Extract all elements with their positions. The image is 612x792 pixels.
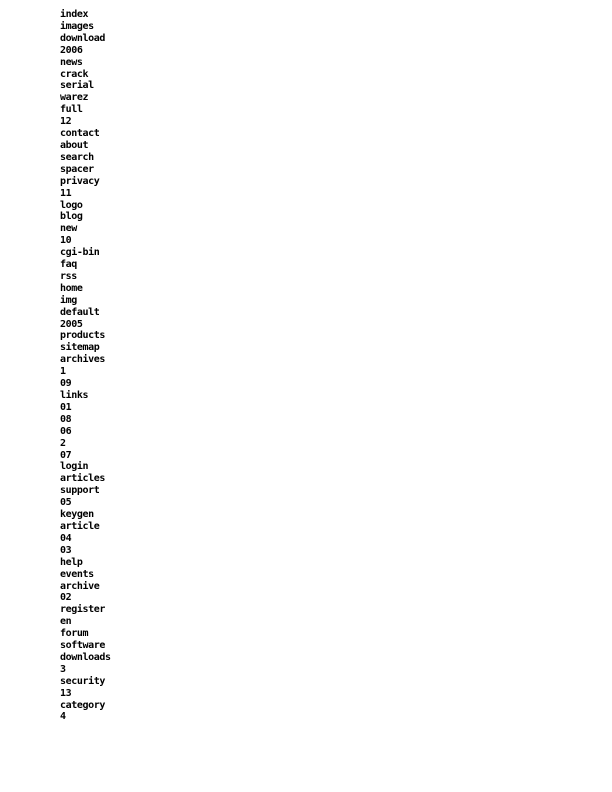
list-item: serial (60, 80, 94, 92)
list-item: home (60, 282, 83, 294)
list-item: 03 (60, 544, 72, 556)
list-item: 02 (60, 592, 72, 604)
list-item: downloads (60, 651, 111, 663)
list-item: events (60, 568, 94, 580)
word-list: index images download 2006 news crack serial wa… (60, 9, 111, 723)
list-item: 06 (60, 425, 72, 437)
list-item: products (60, 330, 105, 342)
list-item: search (60, 151, 94, 163)
list-item: faq (60, 259, 77, 271)
list-item: 1 (60, 366, 66, 378)
list-item: spacer (60, 163, 94, 175)
list-item: security (60, 675, 105, 687)
list-item: sitemap (60, 342, 100, 354)
list-item: 10 (60, 235, 72, 247)
list-item: login (60, 461, 89, 473)
list-item: 4 (60, 711, 66, 723)
list-item: rss (60, 270, 77, 282)
list-item: 01 (60, 401, 72, 413)
list-item: cgi-bin (60, 247, 100, 259)
list-item: article (60, 520, 100, 532)
list-item: category (60, 699, 105, 711)
list-item: 13 (60, 687, 72, 699)
list-item: links (60, 390, 89, 401)
list-item: archive (60, 580, 100, 592)
list-item: 2005 (60, 318, 83, 330)
list-item: logo (60, 199, 83, 211)
list-item: 2006 (60, 44, 83, 56)
list-item: images (60, 20, 94, 32)
list-item: 12 (60, 116, 72, 128)
list-item: privacy (60, 175, 100, 187)
list-item: software (60, 640, 105, 652)
list-item: crack (60, 68, 89, 80)
list-item: 11 (60, 187, 72, 199)
list-item: archives (60, 354, 105, 366)
list-item: 08 (60, 413, 72, 425)
list-item: keygen (60, 509, 94, 521)
list-item: articles (60, 473, 105, 485)
list-item: forum (60, 628, 89, 640)
list-item: about (60, 139, 89, 151)
list-item: 05 (60, 497, 72, 509)
list-item: support (60, 485, 100, 497)
list-item: new (60, 223, 77, 235)
list-item: img (60, 294, 77, 306)
list-item: 2 (60, 437, 66, 449)
list-item: en (60, 616, 72, 628)
list-item: default (60, 306, 100, 318)
document-page: index images download 2006 news crack serial wa… (0, 0, 612, 792)
list-item: download (60, 32, 105, 44)
list-item: 09 (60, 378, 72, 390)
list-item: register (60, 604, 105, 616)
list-item: 3 (60, 663, 66, 675)
list-item: blog (60, 211, 83, 223)
list-item: index (60, 9, 89, 20)
list-item: 07 (60, 449, 72, 461)
list-item: full (60, 104, 83, 116)
list-item: help (60, 556, 83, 568)
list-item: contact (60, 128, 100, 140)
list-item: warez (60, 92, 89, 104)
list-item: news (60, 56, 83, 68)
list-item: 04 (60, 532, 72, 544)
